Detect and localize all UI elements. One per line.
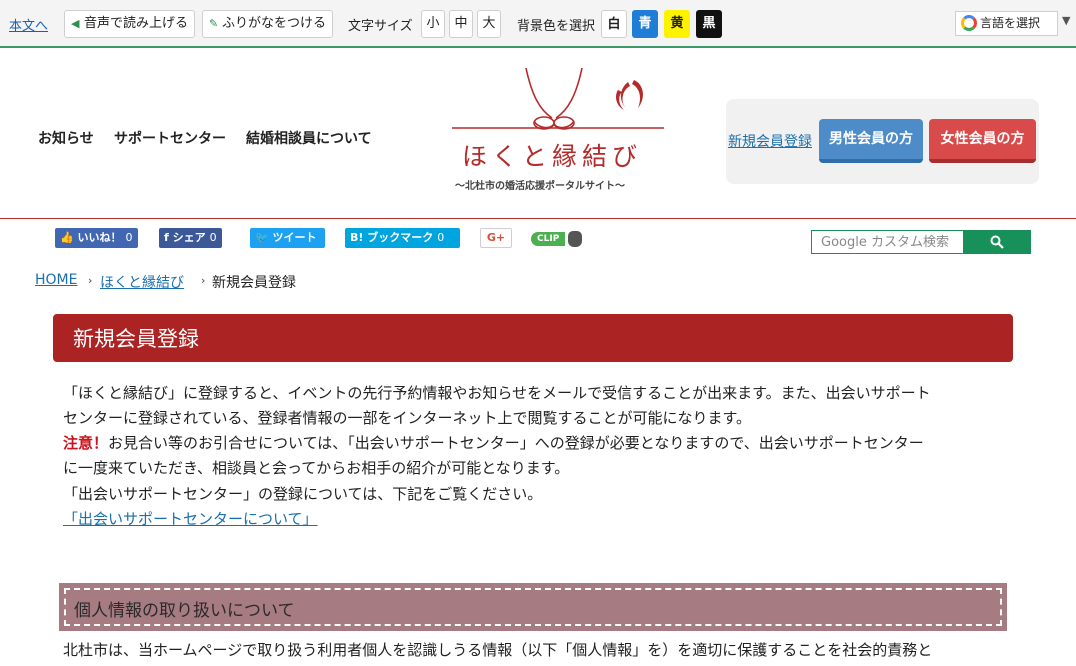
like-label: いいね！ <box>77 231 122 244</box>
accessibility-toolbar: 本文へ ◀ 音声で読み上げる ✎ ふりがなをつける 文字サイズ 小 中 大 背景色を… <box>0 0 1076 48</box>
facebook-share-button[interactable]: f シェア 0 <box>159 228 222 248</box>
bg-black-button[interactable]: 黒 <box>696 10 722 38</box>
female-member-button[interactable]: 女性会員の方 <box>929 119 1036 163</box>
share-label: シェア <box>172 231 206 244</box>
nav-marriage-counselor[interactable]: 結婚相談員について <box>246 128 372 148</box>
nav-news[interactable]: お知らせ <box>38 128 94 148</box>
dropdown-arrow-icon[interactable]: ▼ <box>1062 14 1070 27</box>
logo-title: ほくと縁結び <box>462 142 643 171</box>
warning-line-1: 注意！お見合い等のお引合せについては、「出会いサポートセンター」への登録が必要と… <box>63 431 924 456</box>
bookmark-count: 0 <box>437 231 445 244</box>
page-title-bar: 新規会員登録 <box>53 314 1013 362</box>
bg-white-button[interactable]: 白 <box>601 10 627 38</box>
breadcrumb-current: 新規会員登録 <box>212 275 296 291</box>
furigana-button[interactable]: ✎ ふりがなをつける <box>202 10 334 38</box>
font-size-label: 文字サイズ <box>348 19 413 34</box>
twitter-bird-icon: 🐦 <box>255 231 269 244</box>
evernote-clip-button[interactable]: CLIP <box>531 232 566 246</box>
skip-to-content-link[interactable]: 本文へ <box>9 15 48 34</box>
pencil-icon: ✎ <box>209 17 219 30</box>
page-title: 新規会員登録 <box>73 327 199 351</box>
furigana-label: ふりがなをつける <box>222 16 327 31</box>
breadcrumb-home[interactable]: HOME <box>35 272 77 288</box>
share-count: 0 <box>209 231 217 244</box>
bg-blue-button[interactable]: 青 <box>632 10 658 38</box>
read-aloud-label: 音声で読み上げる <box>84 16 189 31</box>
nav-support-center[interactable]: サポートセンター <box>114 128 226 148</box>
search-button[interactable] <box>963 230 1031 254</box>
bg-yellow-button[interactable]: 黄 <box>664 10 690 38</box>
support-info-line: 「出会いサポートセンター」の登録については、下記をご覧ください。 <box>63 485 543 503</box>
facebook-icon: f <box>164 231 169 244</box>
male-member-button[interactable]: 男性会員の方 <box>819 119 923 163</box>
like-count: 0 <box>125 231 133 244</box>
support-center-link[interactable]: 「出会いサポートセンターについて」 <box>63 508 318 529</box>
language-select[interactable]: 言語を選択 <box>955 11 1058 36</box>
privacy-text: 北杜市は、当ホームページで取り扱う利用者個人を認識しうる情報（以下「個人情報」を… <box>63 641 933 659</box>
hatena-b-icon: B! <box>350 231 364 244</box>
section-title: 個人情報の取り扱いについて <box>74 601 295 621</box>
header-divider <box>0 218 1076 219</box>
intro-line-1: 「ほくと縁結び」に登録すると、イベントの先行予約情報やお知らせをメールで受信する… <box>63 384 931 402</box>
site-search-input[interactable] <box>811 230 965 254</box>
intro-line-2: センターに登録されている、登録者情報の一部をインターネット上で閲覧することが可能… <box>63 409 752 427</box>
warning-label: 注意！ <box>63 434 109 452</box>
new-member-registration-link[interactable]: 新規会員登録 <box>728 131 812 151</box>
breadcrumb-separator: › <box>88 274 93 287</box>
read-aloud-button[interactable]: ◀ 音声で読み上げる <box>64 10 196 38</box>
bg-color-label: 背景色を選択 <box>517 19 596 34</box>
warning-line-2: に一度来ていただき、相談員と会ってからお相手の紹介が可能となります。 <box>63 459 570 477</box>
privacy-section-heading: 個人情報の取り扱いについて <box>59 583 1007 631</box>
language-select-label: 言語を選択 <box>980 16 1041 30</box>
facebook-like-button[interactable]: 👍 いいね！ 0 <box>55 228 138 248</box>
breadcrumb-hokuto-enmusubi[interactable]: ほくと縁結び <box>100 272 184 292</box>
tweet-label: ツイート <box>272 231 317 244</box>
search-icon <box>990 235 1004 249</box>
breadcrumb-separator: › <box>201 274 206 287</box>
warning-text: お見合い等のお引合せについては、「出会いサポートセンター」への登録が必要となりま… <box>108 434 924 452</box>
font-size-medium-button[interactable]: 中 <box>449 10 473 38</box>
google-icon <box>961 15 977 31</box>
tweet-button[interactable]: 🐦 ツイート <box>250 228 325 248</box>
speaker-icon: ◀ <box>71 17 80 30</box>
google-plus-button[interactable]: G+ <box>480 228 512 248</box>
hatena-bookmark-button[interactable]: B! ブックマーク 0 <box>345 228 460 248</box>
font-size-large-button[interactable]: 大 <box>477 10 501 38</box>
bookmark-label: ブックマーク <box>367 231 434 244</box>
logo-subtitle: ～北杜市の婚活応援ポータルサイト～ <box>455 181 625 192</box>
font-size-small-button[interactable]: 小 <box>421 10 445 38</box>
mizuhiki-logo-icon[interactable] <box>448 66 670 194</box>
thumbs-up-icon: 👍 <box>60 231 74 244</box>
evernote-elephant-icon[interactable] <box>568 231 582 247</box>
